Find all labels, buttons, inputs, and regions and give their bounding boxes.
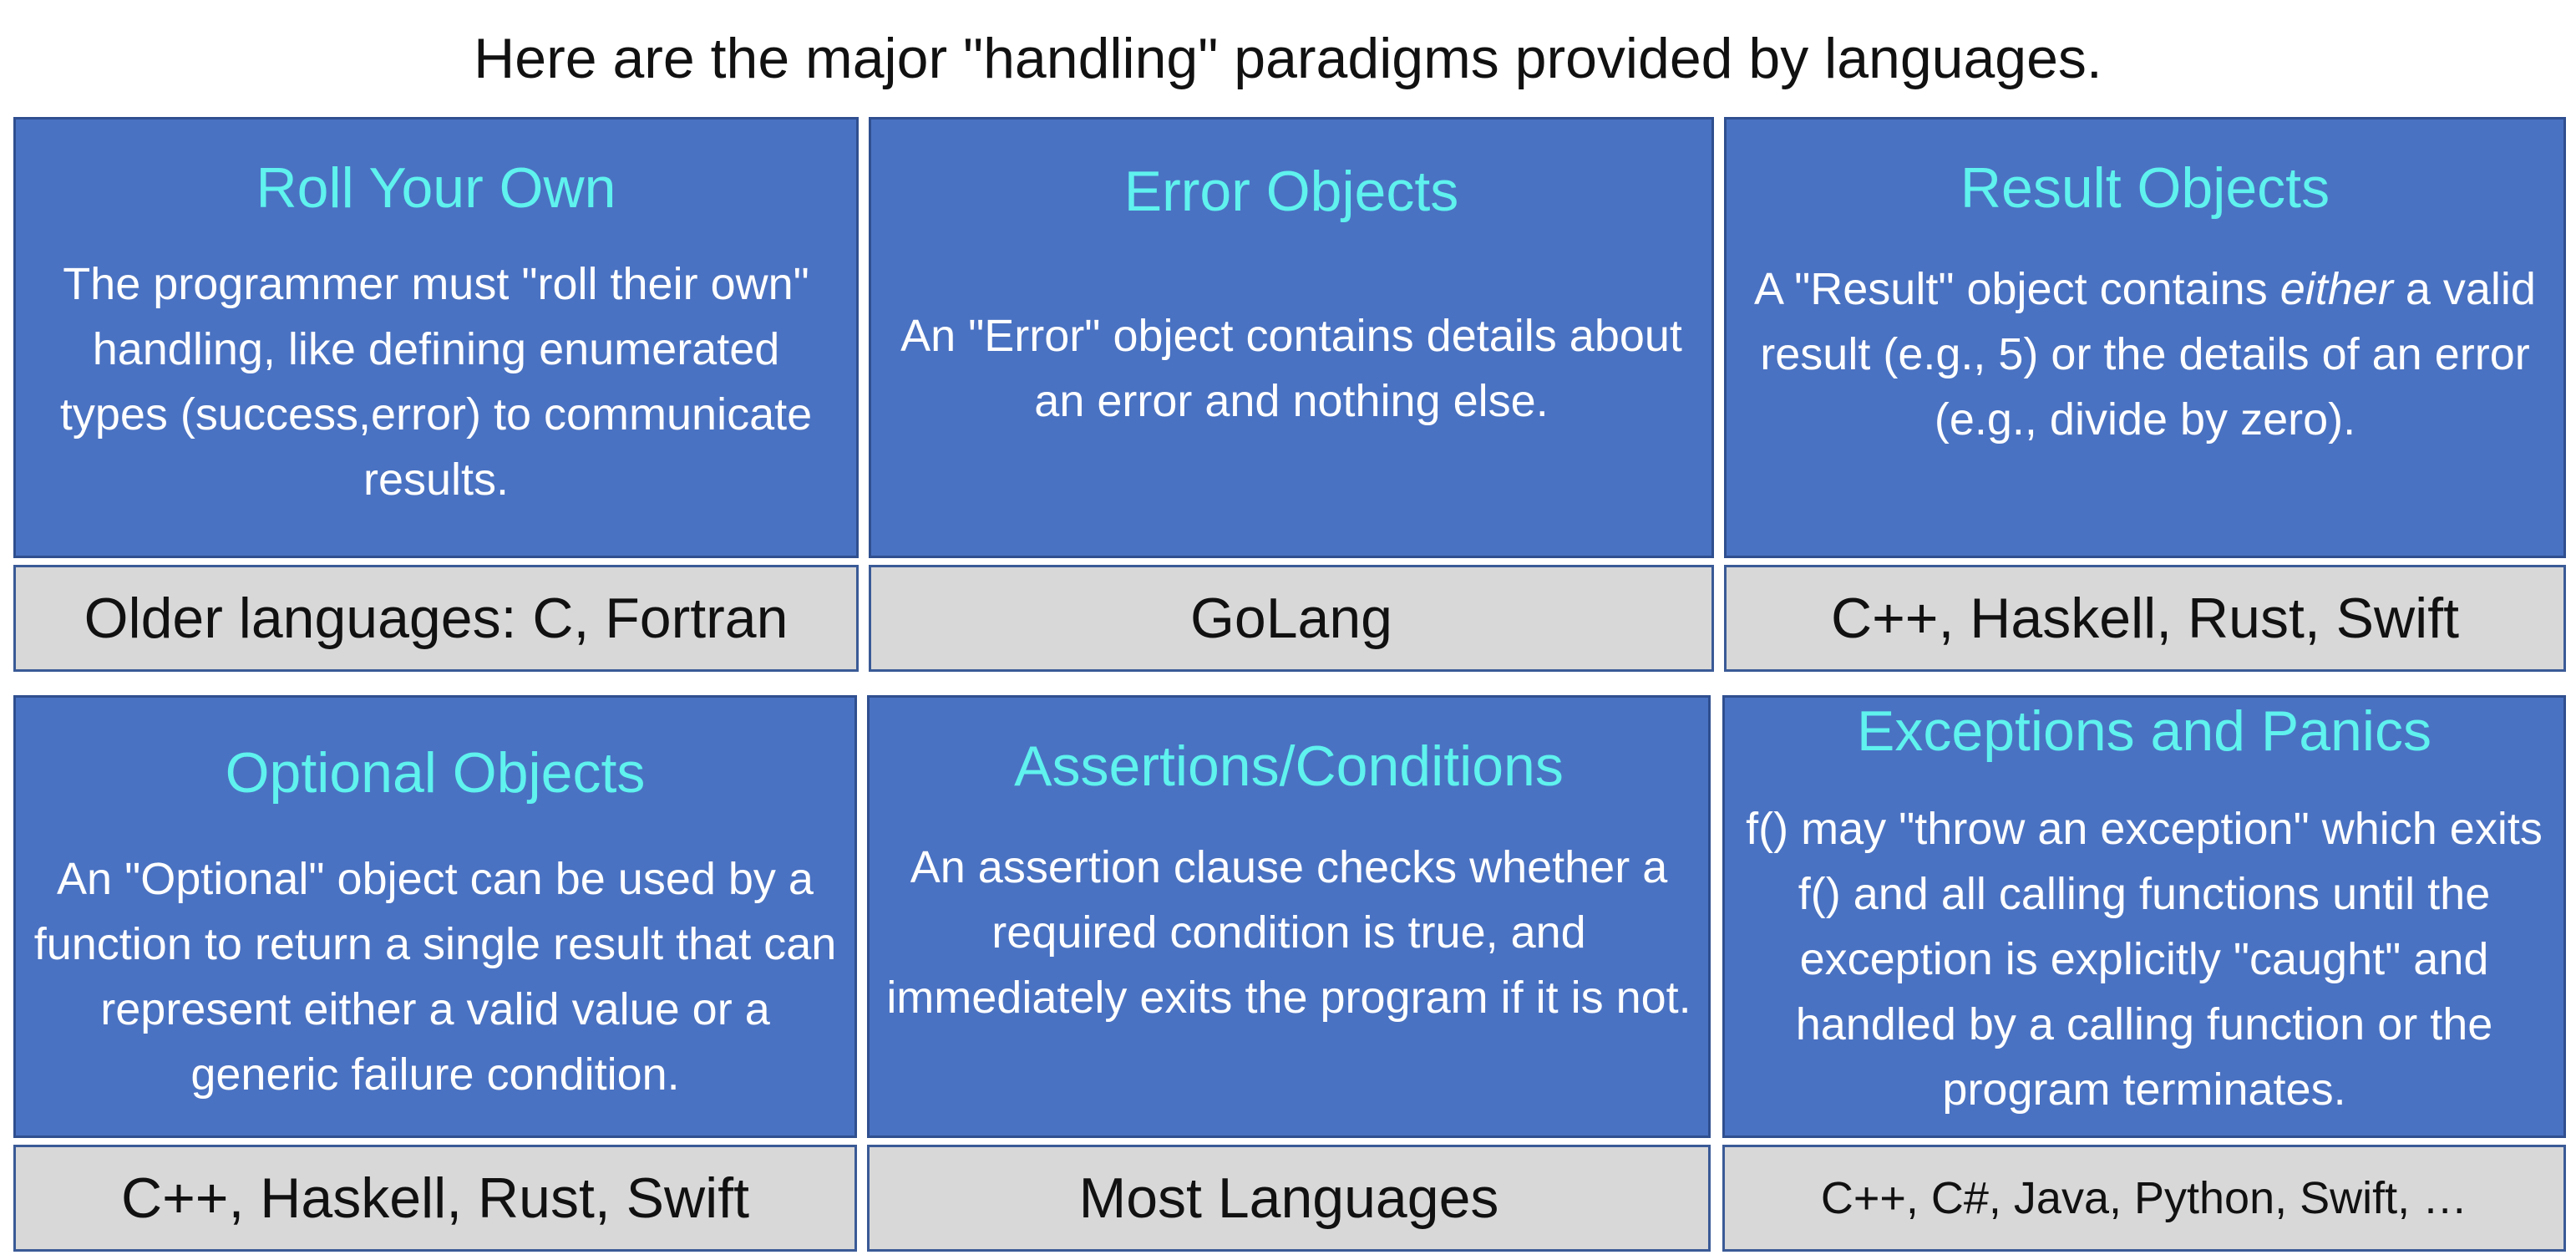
card-description-emphasis: either bbox=[2279, 264, 2393, 314]
languages-result-objects: C++, Haskell, Rust, Swift bbox=[1724, 565, 2566, 672]
card-optional-objects: Optional Objects An "Optional" object ca… bbox=[13, 695, 857, 1138]
card-title: Optional Objects bbox=[225, 741, 646, 805]
card-title: Result Objects bbox=[1960, 156, 2330, 220]
card-title: Roll Your Own bbox=[256, 156, 616, 220]
languages-optional-objects: C++, Haskell, Rust, Swift bbox=[13, 1145, 857, 1252]
card-description: An "Error" object contains details about… bbox=[900, 311, 1682, 426]
card-title: Error Objects bbox=[1123, 160, 1459, 223]
languages-exceptions-panics: C++, C#, Java, Python, Swift, … bbox=[1722, 1145, 2566, 1252]
card-description: An "Optional" object can be used by a fu… bbox=[33, 854, 837, 1100]
card-error-objects: Error Objects An "Error" object contains… bbox=[869, 117, 1714, 558]
slide-title: Here are the major "handling" paradigms … bbox=[474, 27, 2102, 90]
card-description: f() may "throw an exception" which exits… bbox=[1746, 804, 2543, 1115]
card-description: The programmer must "roll their own" han… bbox=[59, 259, 813, 505]
card-assertions-conditions: Assertions/Conditions An assertion claus… bbox=[867, 695, 1711, 1138]
card-title: Assertions/Conditions bbox=[1014, 734, 1564, 798]
languages-error-objects: GoLang bbox=[869, 565, 1714, 672]
card-roll-your-own: Roll Your Own The programmer must "roll … bbox=[13, 117, 859, 558]
card-description: A "Result" object contains either a vali… bbox=[1743, 257, 2547, 452]
card-result-objects: Result Objects A "Result" object contain… bbox=[1724, 117, 2566, 558]
card-description-start: A "Result" object contains bbox=[1754, 264, 2280, 314]
card-title: Exceptions and Panics bbox=[1857, 699, 2431, 763]
languages-roll-your-own: Older languages: C, Fortran bbox=[13, 565, 859, 672]
languages-assertions-conditions: Most Languages bbox=[867, 1145, 1711, 1252]
card-description: An assertion clause checks whether a req… bbox=[886, 842, 1691, 1023]
card-exceptions-panics: Exceptions and Panics f() may "throw an … bbox=[1722, 695, 2566, 1138]
